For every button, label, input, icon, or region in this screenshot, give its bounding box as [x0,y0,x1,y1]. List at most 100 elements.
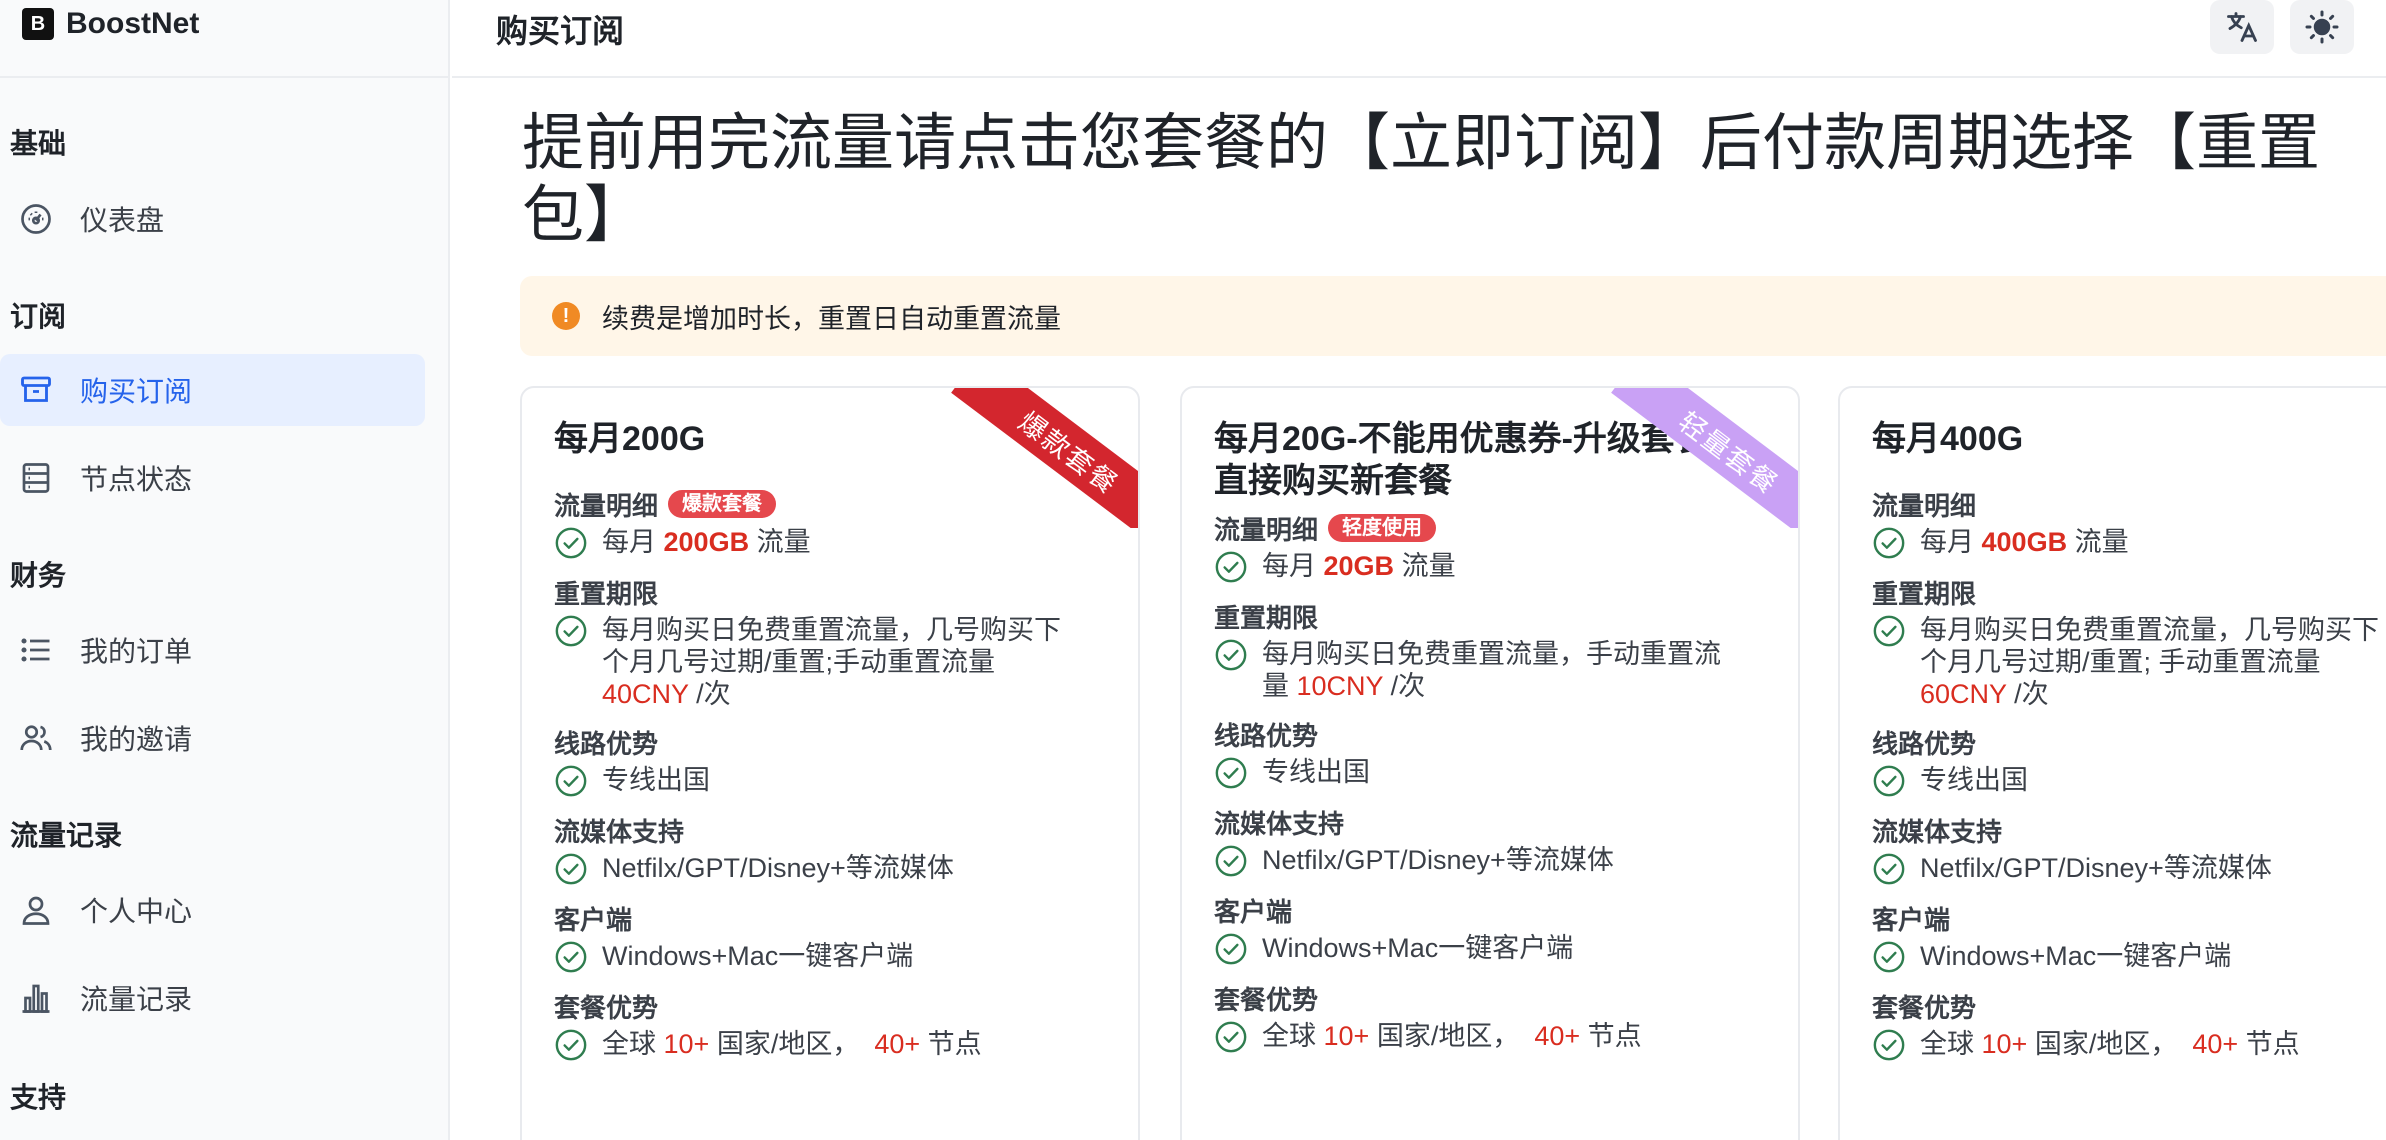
reset-text-line2: 量 [1262,671,1297,701]
plan-card[interactable]: 每月400G 流量明细 每月 400GB 流量 重置期限 每月购买日免费重置流量，几号购… [1838,386,2386,1140]
adv-suffix: 节点 [1580,1021,1642,1051]
sidebar-item-dashboard[interactable]: 仪表盘 [0,183,425,255]
sidebar-item-node-status[interactable]: 节点状态 [0,442,425,514]
client-label: 客户端 [1214,896,1293,927]
advantage-label: 套餐优势 [1872,992,1977,1023]
media-label: 流媒体支持 [1214,808,1345,839]
plan-details: 流量明细 轻度使用 每月 20GB 流量 重置期限每月购买日免费重置流量，手动重置流量… [1214,508,1784,1066]
reset-price: 40CNY [602,679,689,709]
reset-label: 重置期限 [1214,602,1319,633]
check-circle-icon [1873,853,1905,885]
section-title-support: 支持 [10,1082,67,1113]
traffic-label: 流量明细 [1214,514,1319,545]
media-text: Netfilx/GPT/Disney+等流媒体 [1262,845,1614,875]
sidebar-item-my-orders[interactable]: 我的订单 [0,614,425,686]
reset-label: 重置期限 [554,578,659,609]
plan-card[interactable]: 每月200G 爆款套餐 流量明细 爆款套餐 每月 200GB 流量 重置期限 每月购买日免费… [520,386,1140,1140]
client-row: Windows+Mac一键客户端 [1214,932,1784,966]
plan-ribbon-label: 轻量套餐 [1611,388,1798,528]
detail-label: 流量明细 [1872,484,2386,524]
plan-card[interactable]: 每月20G-不能用优惠券-升级套餐直接购买新套餐 轻量套餐 流量明细 轻度使用 每月 2… [1180,386,1800,1140]
adv-nodes: 40+ [2192,1029,2239,1059]
brand[interactable]: B BoostNet [22,6,199,42]
traffic-label: 流量明细 [554,490,659,521]
sidebar-item-buy-subscription[interactable]: 购买订阅 [0,354,425,426]
check-circle-icon [1215,757,1247,789]
check-circle-icon [1873,765,1905,797]
adv-mid: 国家/地区， [709,1029,875,1059]
user-icon [22,896,50,925]
adv-prefix: 全球 [602,1029,664,1059]
check-circle-icon [1873,615,1905,647]
route-text: 专线出国 [602,765,710,795]
adv-countries: 10+ [1981,1029,2028,1059]
sidebar-item-label: 个人中心 [80,896,193,927]
traffic-row: 每月 20GB 流量 [1214,550,1784,584]
plan-ribbon: 轻量套餐 [1598,388,1798,528]
plan-details: 流量明细 爆款套餐 每月 200GB 流量 重置期限 每月购买日免费重置流量，几号购买下… [554,484,1124,1074]
route-text: 专线出国 [1262,757,1370,787]
sidebar-item-my-invites[interactable]: 我的邀请 [0,702,425,774]
check-circle-icon [555,615,587,647]
sidebar-item-traffic-log[interactable]: 流量记录 [0,962,425,1034]
sidebar-item-profile[interactable]: 个人中心 [0,874,425,946]
reset-row: 每月购买日免费重置流量，手动重置流量 10CNY /次 [1214,638,1784,702]
route-row: 专线出国 [1872,764,2386,798]
traffic-suffix: 流量 [749,527,811,557]
check-circle-icon [555,527,587,559]
brand-logo-icon: B [22,8,54,40]
list-icon [21,638,50,662]
client-label: 客户端 [554,904,633,935]
check-circle-icon [1215,1021,1247,1053]
server-icon [22,463,50,493]
sidebar-item-label: 购买订阅 [80,376,193,407]
media-label: 流媒体支持 [554,816,685,847]
client-text: Windows+Mac一键客户端 [1262,933,1574,963]
media-text: Netfilx/GPT/Disney+等流媒体 [602,853,954,883]
client-text: Windows+Mac一键客户端 [602,941,914,971]
media-row: Netfilx/GPT/Disney+等流媒体 [554,852,1124,886]
section-title-basic: 基础 [10,128,67,159]
detail-label: 流量明细 轻度使用 [1214,508,1784,548]
adv-nodes: 40+ [1534,1021,1581,1051]
adv-suffix: 节点 [2238,1029,2300,1059]
check-circle-icon [1215,933,1247,965]
route-text: 专线出国 [1920,765,2028,795]
traffic-prefix: 每月 [602,527,664,557]
adv-countries: 10+ [1323,1021,1370,1051]
section-title-subscription: 订阅 [10,301,67,332]
users-icon [20,725,52,751]
reset-text-line1: 每月购买日免费重置流量，手动重置流 [1262,639,1721,669]
alert-text: 续费是增加时长，重置日自动重置流量 [602,303,1061,334]
reset-suffix: /次 [1383,671,1426,701]
client-row: Windows+Mac一键客户端 [554,940,1124,974]
adv-mid: 国家/地区， [2027,1029,2193,1059]
client-label: 客户端 [1872,904,1951,935]
client-row: Windows+Mac一键客户端 [1872,940,2386,974]
language-button[interactable] [2210,0,2274,54]
section-title-traffic: 流量记录 [10,820,123,851]
reset-text-line2: 个月几号过期/重置; 手动重置流量 [1920,647,2321,677]
renewal-alert: ! 续费是增加时长，重置日自动重置流量 [520,276,2386,356]
adv-prefix: 全球 [1262,1021,1324,1051]
top-bar: 购买订阅 [452,0,2386,78]
check-circle-icon [555,1029,587,1061]
reset-suffix: /次 [2006,679,2049,709]
reset-text-line1: 每月购买日免费重置流量，几号购买下 [1920,615,2379,645]
sun-icon [2305,10,2339,44]
traffic-value: 400GB [1981,527,2068,557]
dashboard-icon [21,204,51,234]
theme-toggle-button[interactable] [2290,0,2354,54]
adv-suffix: 节点 [920,1029,982,1059]
sidebar-item-label: 流量记录 [80,984,193,1015]
traffic-value: 20GB [1323,551,1395,581]
divider [0,76,450,78]
advantage-row: 全球 10+ 国家/地区， 40+ 节点 [1214,1020,1784,1054]
traffic-suffix: 流量 [1394,551,1456,581]
plan-title: 每月400G [1872,420,2024,458]
advantage-row: 全球 10+ 国家/地区， 40+ 节点 [1872,1028,2386,1062]
plan-details: 流量明细 每月 400GB 流量 重置期限 每月购买日免费重置流量，几号购买下 个月几号… [1872,484,2386,1074]
advantage-row: 全球 10+ 国家/地区， 40+ 节点 [554,1028,1124,1062]
check-circle-icon [1215,551,1247,583]
route-label: 线路优势 [1872,728,1977,759]
